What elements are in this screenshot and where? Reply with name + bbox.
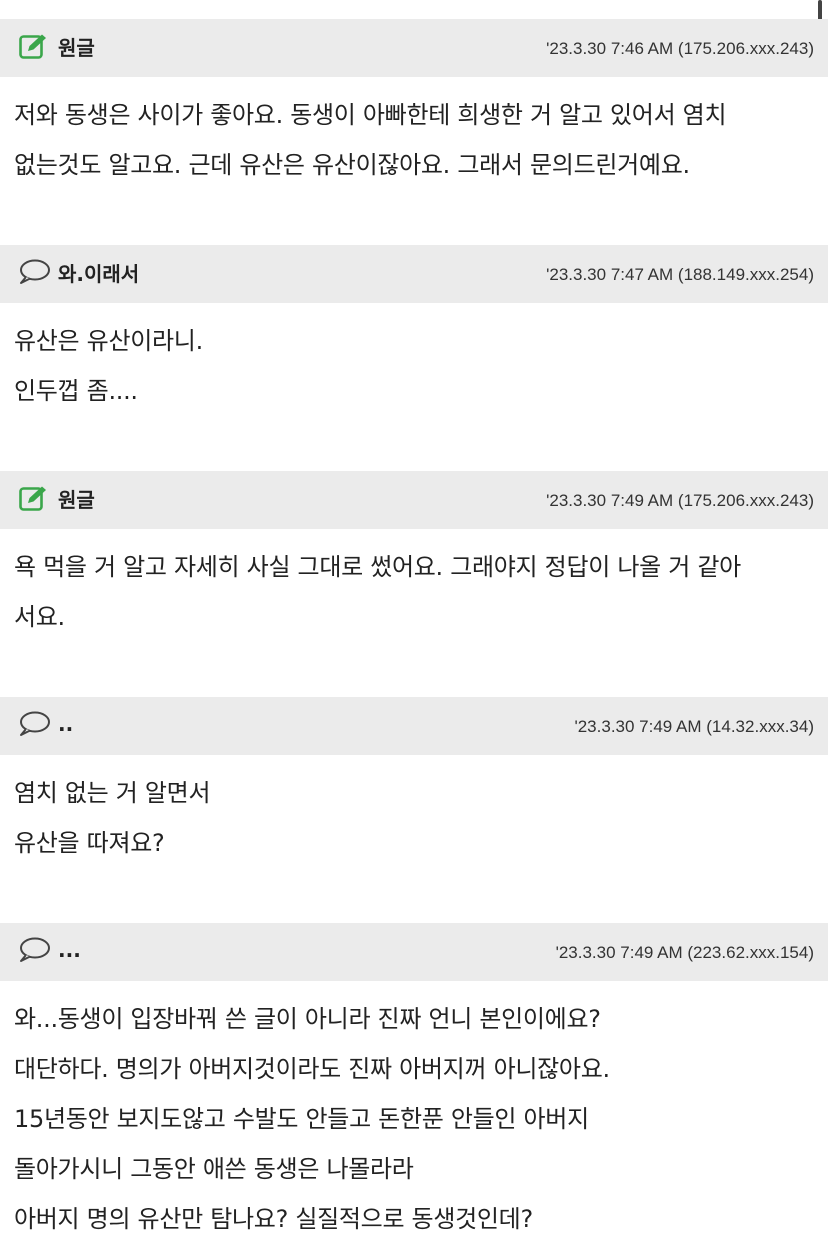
comment-line: 염치 없는 거 알면서 — [14, 779, 211, 807]
author-name: 원글 — [58, 487, 95, 512]
comment-line: 유산을 따져요? — [14, 829, 165, 857]
comment-line: 인두껍 좀.... — [14, 377, 138, 405]
speech-bubble-icon — [18, 710, 50, 738]
comment-meta: '23.3.30 7:49 AM (14.32.xxx.34) — [574, 717, 814, 736]
comment-author[interactable]: 와.이래서 — [18, 257, 139, 287]
comment-item: 와.이래서 '23.3.30 7:47 AM (188.149.xxx.254)… — [0, 245, 828, 416]
comment-header: 원글 '23.3.30 7:46 AM (175.206.xxx.243) — [0, 19, 828, 77]
comment-line: 욕 먹을 거 알고 자세히 사실 그대로 썼어요. 그래야지 정답이 나올 거 … — [14, 553, 741, 581]
comment-item: .. '23.3.30 7:49 AM (14.32.xxx.34) 염치 없는… — [0, 697, 828, 868]
author-name: ... — [58, 938, 81, 962]
comment-meta: '23.3.30 7:46 AM (175.206.xxx.243) — [546, 39, 814, 58]
comment-body: 욕 먹을 거 알고 자세히 사실 그대로 썼어요. 그래야지 정답이 나올 거 … — [0, 529, 828, 642]
comment-author[interactable]: .. — [18, 709, 73, 739]
comment-author[interactable]: 원글 — [18, 483, 95, 513]
comment-item: ... '23.3.30 7:49 AM (223.62.xxx.154) 와.… — [0, 923, 828, 1244]
comment-header: 와.이래서 '23.3.30 7:47 AM (188.149.xxx.254) — [0, 245, 828, 303]
comment-meta: '23.3.30 7:47 AM (188.149.xxx.254) — [546, 265, 814, 284]
comment-line: 서요. — [14, 603, 65, 631]
comment-line: 15년동안 보지도않고 수발도 안들고 돈한푼 안들인 아버지 — [14, 1105, 589, 1133]
comment-header: ... '23.3.30 7:49 AM (223.62.xxx.154) — [0, 923, 828, 981]
comment-line: 아버지 명의 유산만 탐나요? 실질적으로 동생것인데? — [14, 1205, 533, 1233]
comment-body: 와...동생이 입장바꿔 쓴 글이 아니라 진짜 언니 본인이에요? 대단하다.… — [0, 981, 828, 1244]
comment-line: 대단하다. 명의가 아버지것이라도 진짜 아버지꺼 아니잖아요. — [14, 1055, 610, 1083]
comment-header: .. '23.3.30 7:49 AM (14.32.xxx.34) — [0, 697, 828, 755]
author-name: 원글 — [58, 35, 95, 60]
author-name: .. — [58, 712, 74, 736]
comment-body: 저와 동생은 사이가 좋아요. 동생이 아빠한테 희생한 거 알고 있어서 염치… — [0, 77, 828, 190]
comment-line: 저와 동생은 사이가 좋아요. 동생이 아빠한테 희생한 거 알고 있어서 염치 — [14, 101, 727, 129]
comment-meta: '23.3.30 7:49 AM (223.62.xxx.154) — [555, 943, 814, 962]
comment-body: 유산은 유산이라니. 인두껍 좀.... — [0, 303, 828, 416]
edit-icon — [18, 484, 50, 512]
comment-item: 원글 '23.3.30 7:46 AM (175.206.xxx.243) 저와… — [0, 19, 828, 190]
comment-author[interactable]: ... — [18, 935, 81, 965]
author-name: 와.이래서 — [58, 261, 140, 286]
comment-line: 와...동생이 입장바꿔 쓴 글이 아니라 진짜 언니 본인이에요? — [14, 1005, 601, 1033]
comment-line: 돌아가시니 그동안 애쓴 동생은 나몰라라 — [14, 1155, 414, 1183]
comment-item: 원글 '23.3.30 7:49 AM (175.206.xxx.243) 욕 … — [0, 471, 828, 642]
comment-header: 원글 '23.3.30 7:49 AM (175.206.xxx.243) — [0, 471, 828, 529]
comment-body: 염치 없는 거 알면서 유산을 따져요? — [0, 755, 828, 868]
comment-line: 유산은 유산이라니. — [14, 327, 203, 355]
comment-line: 없는것도 알고요. 근데 유산은 유산이잖아요. 그래서 문의드린거예요. — [14, 151, 690, 179]
comment-author[interactable]: 원글 — [18, 31, 95, 61]
speech-bubble-icon — [18, 936, 50, 964]
comment-meta: '23.3.30 7:49 AM (175.206.xxx.243) — [546, 491, 814, 510]
edit-icon — [18, 32, 50, 60]
speech-bubble-icon — [18, 258, 50, 286]
